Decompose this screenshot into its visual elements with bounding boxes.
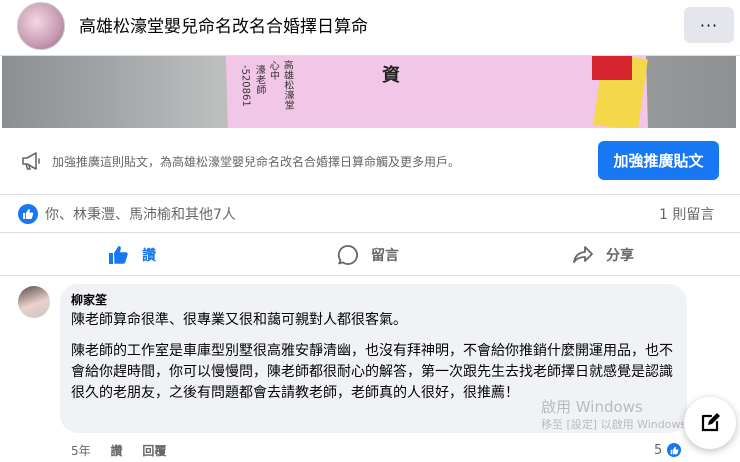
comment-label: 留言 bbox=[371, 248, 399, 264]
post-actions: 讚 留言 分享 bbox=[0, 233, 740, 276]
comment-paragraph-1: 陳老師算命很準、很專業又很和藹可親對人都很客氣。 bbox=[71, 312, 407, 328]
comment-paragraph-2: 陳老師的工作室是車庫型別墅很高雅安靜清幽，也沒有拜神明，不會給你推銷什麼開運用品… bbox=[71, 343, 673, 401]
thumbs-up-icon bbox=[109, 246, 128, 264]
comment-like-icon bbox=[665, 441, 684, 459]
envelope-text-2: 濠老師 bbox=[253, 64, 265, 95]
like-label: 讚 bbox=[142, 248, 156, 264]
comment-count[interactable]: 1 則留言 bbox=[659, 204, 714, 224]
boost-text: 加強推廣這則貼文，為高雄松濠堂嬰兒命名改名合婚擇日算命觸及更多用戶。 bbox=[52, 155, 461, 169]
more-options-button[interactable]: ··· bbox=[684, 7, 734, 43]
comment-like-button[interactable]: 讚 bbox=[110, 444, 122, 458]
reactions-summary: 你、林秉灃、馬沛榆和其他7人 1 則留言 bbox=[0, 195, 740, 233]
share-icon bbox=[573, 246, 593, 263]
edit-icon bbox=[701, 413, 720, 432]
envelope-text-3: 心中 bbox=[267, 60, 279, 81]
page-title[interactable]: 高雄松濠堂嬰兒命名改名合婚擇日算命 bbox=[79, 12, 368, 37]
compose-button[interactable] bbox=[684, 397, 736, 449]
comment-meta: 5年 讚 回覆 bbox=[71, 442, 182, 459]
boost-bar: 加強推廣這則貼文，為高雄松濠堂嬰兒命名改名合婚擇日算命觸及更多用戶。 加強推廣貼… bbox=[0, 128, 740, 195]
page-avatar[interactable] bbox=[17, 2, 65, 50]
watermark-line-1: 啟用 Windows bbox=[541, 398, 643, 416]
share-label: 分享 bbox=[606, 248, 634, 264]
boost-post-button[interactable]: 加強推廣貼文 bbox=[598, 141, 719, 180]
commenter-avatar[interactable] bbox=[18, 286, 50, 318]
windows-activation-watermark: 啟用 Windows 移至 [設定] 以啟用 Windows bbox=[541, 398, 686, 434]
comment-author[interactable]: 柳家筌 bbox=[71, 291, 107, 308]
envelope-text-1: -520861 bbox=[239, 64, 252, 107]
comment-like-count[interactable]: 5 bbox=[654, 441, 684, 459]
comment-icon bbox=[337, 245, 358, 265]
reaction-names[interactable]: 你、林秉灃、馬沛榆和其他7人 bbox=[45, 204, 236, 224]
page-header: 高雄松濠堂嬰兒命名改名合婚擇日算命 ··· bbox=[0, 0, 740, 56]
megaphone-icon bbox=[22, 152, 40, 170]
like-reaction-icon[interactable] bbox=[18, 204, 38, 224]
share-button[interactable]: 分享 bbox=[572, 239, 634, 271]
comment-button[interactable]: 留言 bbox=[337, 239, 399, 271]
watermark-line-2: 移至 [設定] 以啟用 Windows bbox=[541, 418, 687, 431]
envelope-text-4: 高雄松濠堂 bbox=[281, 59, 294, 111]
comment-like-number: 5 bbox=[654, 442, 663, 458]
comment-item: 柳家筌 陳老師算命很準、很專業又很和藹可親對人都很客氣。 陳老師的工作室是車庫型… bbox=[0, 276, 740, 462]
red-paper bbox=[592, 56, 632, 80]
pink-envelope: -520861 濠老師 心中 高雄松濠堂 bbox=[225, 56, 649, 128]
envelope-big-char: 資 bbox=[382, 65, 400, 86]
like-button[interactable]: 讚 bbox=[108, 239, 156, 271]
comment-reply-button[interactable]: 回覆 bbox=[142, 444, 166, 458]
post-photo[interactable]: -520861 濠老師 心中 高雄松濠堂 資 bbox=[2, 56, 736, 128]
comment-time[interactable]: 5年 bbox=[71, 444, 91, 458]
